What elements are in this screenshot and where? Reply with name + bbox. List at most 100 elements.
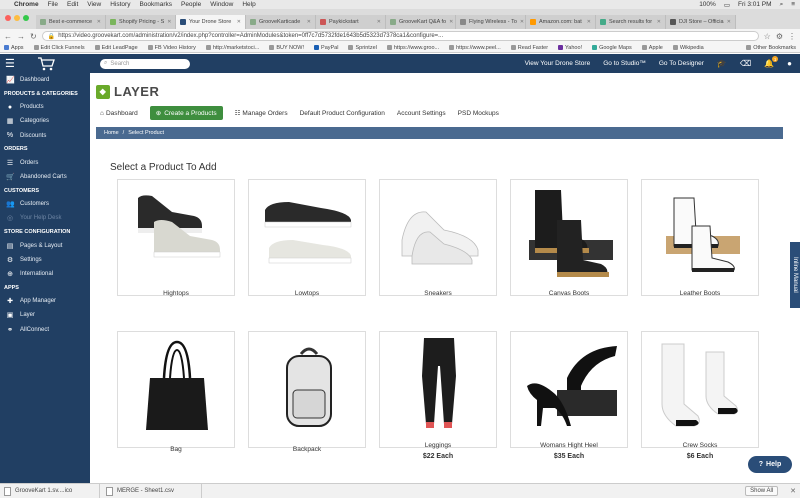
subnav-psd-mockups[interactable]: PSD Mockups — [458, 110, 499, 117]
sidebar-item-products[interactable]: ● Products — [0, 100, 90, 114]
sidebar-item-app-manager[interactable]: ✚ App Manager — [0, 294, 90, 308]
breadcrumb-home[interactable]: Home — [104, 130, 119, 136]
bookmark-item[interactable]: Apps — [4, 45, 24, 51]
inline-manual-tab[interactable]: Inline Manual — [790, 242, 800, 308]
subnav-default-config[interactable]: Default Product Configuration — [300, 110, 385, 117]
bookmark-item[interactable]: Yahoo! — [558, 45, 582, 51]
close-tab-icon[interactable]: ✕ — [237, 19, 241, 25]
bookmark-item[interactable]: BUY NOW! — [269, 45, 304, 51]
star-icon[interactable]: ☆ — [764, 32, 771, 41]
close-window-icon[interactable] — [5, 15, 11, 21]
close-tab-icon[interactable]: ✕ — [449, 19, 453, 25]
menu-list-icon[interactable]: ≡ — [791, 1, 795, 8]
menu-people[interactable]: People — [181, 1, 201, 8]
browser-tab[interactable]: GrooveKarticade ✕ — [246, 15, 316, 29]
bell-icon[interactable]: 🔔 1 — [764, 56, 779, 68]
sidebar-item-layer[interactable]: ▣ Layer — [0, 308, 90, 322]
menu-help[interactable]: Help — [242, 1, 255, 8]
eraser-icon[interactable]: ⌫ — [740, 59, 751, 68]
sidebar-item-abandoned-carts[interactable]: 🛒 Abandoned Carts — [0, 170, 90, 184]
download-item[interactable]: GrooveKart 1.sv....ico — [4, 484, 100, 498]
bookmark-item[interactable]: Wikipedia — [672, 45, 704, 51]
studio-link[interactable]: Go to Studio™ — [603, 60, 646, 67]
menu-history[interactable]: History — [110, 1, 130, 8]
user-avatar-icon[interactable]: ● — [787, 59, 792, 68]
sidebar-item-help-desk[interactable]: ◎ Your Help Desk — [0, 211, 90, 225]
bookmark-item[interactable]: Apple — [641, 45, 663, 51]
hamburger-icon[interactable]: ☰ — [5, 57, 15, 70]
minimize-window-icon[interactable] — [14, 15, 20, 21]
search-icon[interactable]: ⌕ — [780, 1, 784, 9]
menu-edit[interactable]: Edit — [67, 1, 78, 8]
product-card-crew-socks[interactable]: Crew Socks $6 Each — [641, 331, 759, 460]
sidebar-item-settings[interactable]: ⚙ Settings — [0, 253, 90, 267]
product-card-leggings[interactable]: Leggings $22 Each — [379, 331, 497, 460]
forward-icon[interactable]: → — [17, 32, 25, 41]
bookmark-item[interactable]: Google Maps — [592, 45, 632, 51]
view-store-link[interactable]: View Your Drone Store — [525, 60, 591, 67]
bookmark-item[interactable]: PayPal — [314, 45, 338, 51]
cart-logo-icon[interactable] — [37, 56, 55, 72]
product-card-high-heel[interactable]: Womans Hight Heel $35 Each — [510, 331, 628, 460]
product-card-hightops[interactable]: Hightops — [117, 179, 235, 297]
subnav-account-settings[interactable]: Account Settings — [397, 110, 446, 117]
menu-view[interactable]: View — [87, 1, 101, 8]
create-product-button[interactable]: ⊕ Create a Products — [149, 106, 223, 120]
close-tab-icon[interactable]: ✕ — [167, 19, 171, 25]
product-card-canvas-boots[interactable]: Canvas Boots — [510, 179, 628, 297]
sidebar-item-orders[interactable]: ☰ Orders — [0, 156, 90, 170]
sidebar-item-dashboard[interactable]: 📈 Dashboard — [0, 73, 90, 87]
bookmark-item[interactable]: https://www.peel... — [449, 45, 501, 51]
url-input[interactable]: 🔒 https://video.groovekart.com/administra… — [41, 31, 759, 41]
menu-window[interactable]: Window — [210, 1, 233, 8]
subnav-manage-orders[interactable]: ☷ Manage Orders — [235, 109, 288, 118]
bookmark-item[interactable]: https://www.groo... — [386, 45, 439, 51]
close-tab-icon[interactable]: ✕ — [377, 19, 381, 25]
subnav-dashboard[interactable]: ⌂ Dashboard — [100, 110, 138, 117]
product-card-backpack[interactable]: Backpack — [248, 331, 366, 453]
browser-tab[interactable]: Amazon.com: bat ✕ — [526, 15, 596, 29]
close-tab-icon[interactable]: ✕ — [587, 19, 591, 25]
sidebar-item-pages-layout[interactable]: ▤ Pages & Layout — [0, 239, 90, 253]
graduation-cap-icon[interactable]: 🎓 — [717, 59, 727, 68]
product-card-bag[interactable]: Bag — [117, 331, 235, 453]
more-icon[interactable]: ⋮ — [788, 32, 796, 41]
browser-tab[interactable]: Best e-commerce ✕ — [36, 15, 106, 29]
reload-icon[interactable]: ↻ — [30, 32, 37, 41]
search-input[interactable]: ⌕ Search — [100, 58, 190, 69]
designer-link[interactable]: Go To Designer — [659, 60, 704, 67]
browser-tab-active[interactable]: Your Drone Store ✕ — [176, 15, 246, 29]
sidebar-item-discounts[interactable]: % Discounts — [0, 129, 90, 143]
close-downloads-icon[interactable]: ✕ — [790, 487, 796, 495]
menu-chrome[interactable]: Chrome — [14, 1, 39, 8]
menu-bookmarks[interactable]: Bookmarks — [139, 1, 172, 8]
sidebar-item-customers[interactable]: 👥 Customers — [0, 197, 90, 211]
sidebar-item-categories[interactable]: ▦ Categories — [0, 114, 90, 128]
browser-tab[interactable]: DJI Store – Officia ✕ — [666, 15, 736, 29]
bookmark-item[interactable]: FB Video History — [147, 45, 196, 51]
back-icon[interactable]: ← — [4, 32, 12, 41]
help-button[interactable]: ? Help — [748, 456, 792, 473]
close-tab-icon[interactable]: ✕ — [657, 19, 661, 25]
other-bookmarks[interactable]: Other Bookmarks — [746, 45, 796, 51]
maximize-window-icon[interactable] — [23, 15, 29, 21]
bookmark-item[interactable]: http://marketstoci... — [205, 45, 259, 51]
extensions-icon[interactable]: ⚙ — [776, 32, 783, 41]
product-card-sneakers[interactable]: Sneakers — [379, 179, 497, 297]
close-tab-icon[interactable]: ✕ — [727, 19, 731, 25]
bookmark-item[interactable]: Edit Click Funnels — [33, 45, 85, 51]
sidebar-item-international[interactable]: ⊕ International — [0, 267, 90, 281]
bookmark-item[interactable]: Edit LeadPage — [94, 45, 138, 51]
browser-tab[interactable]: Search results for ✕ — [596, 15, 666, 29]
download-item[interactable]: MERGE - Sheet1.csv — [106, 484, 202, 498]
browser-tab[interactable]: GrooveKart Q&A fo ✕ — [386, 15, 456, 29]
menu-file[interactable]: File — [48, 1, 58, 8]
close-tab-icon[interactable]: ✕ — [307, 19, 311, 25]
close-tab-icon[interactable]: ✕ — [97, 19, 101, 25]
close-tab-icon[interactable]: ✕ — [520, 19, 524, 25]
browser-tab[interactable]: Shopify Pricing - S ✕ — [106, 15, 176, 29]
product-card-leather-boots[interactable]: Leather Boots — [641, 179, 759, 297]
show-all-button[interactable]: Show All — [745, 486, 779, 496]
browser-tab[interactable]: Flying Wireless - To ✕ — [456, 15, 526, 29]
bookmark-item[interactable]: Read Faster — [510, 45, 548, 51]
